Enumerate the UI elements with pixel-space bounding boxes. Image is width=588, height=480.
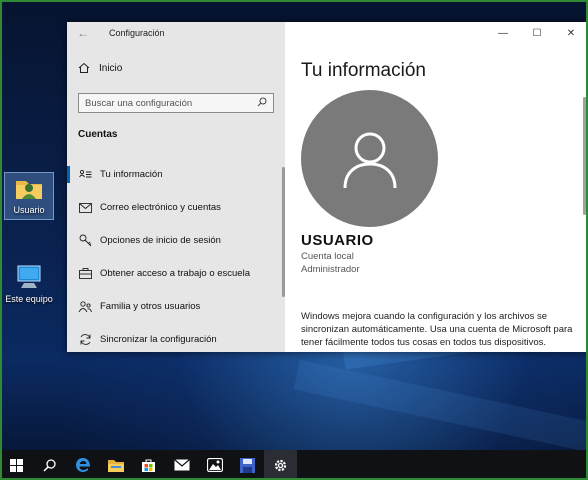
photos-icon bbox=[206, 458, 223, 472]
start-icon bbox=[10, 458, 23, 472]
desktop-icon-label: Usuario bbox=[13, 205, 45, 215]
edge-icon bbox=[75, 458, 90, 472]
sidebar-item-label: Obtener acceso a trabajo o escuela bbox=[100, 268, 250, 279]
search-input[interactable]: Buscar una configuración bbox=[78, 93, 274, 113]
sidebar-item-inicio-sesion[interactable]: Opciones de inicio de sesión bbox=[67, 224, 285, 257]
key-icon bbox=[78, 234, 92, 248]
sidebar-item-tu-informacion[interactable]: Tu información bbox=[67, 158, 285, 191]
content-scrollbar[interactable] bbox=[583, 97, 586, 215]
section-title: Cuentas bbox=[78, 129, 118, 140]
back-button[interactable]: ← bbox=[67, 22, 99, 44]
window-controls: — ☐ ✕ bbox=[486, 22, 588, 44]
sidebar-item-familia[interactable]: Familia y otros usuarios bbox=[67, 290, 285, 323]
nav-home-label: Inicio bbox=[99, 62, 123, 74]
page-title: Tu información bbox=[301, 60, 426, 81]
people-icon bbox=[78, 300, 92, 314]
taskbar-save[interactable] bbox=[231, 450, 264, 480]
desktop-icon-usuario[interactable]: Usuario bbox=[4, 172, 54, 220]
avatar bbox=[301, 90, 438, 227]
taskbar-search-button[interactable] bbox=[33, 450, 66, 480]
main-content: — ☐ ✕ Tu información USUARIO Cuenta loca… bbox=[285, 22, 588, 352]
taskbar bbox=[0, 450, 588, 480]
desktop-icon-label: Este equipo bbox=[5, 294, 53, 304]
sidebar-item-label: Opciones de inicio de sesión bbox=[100, 235, 221, 246]
user-folder-icon bbox=[16, 181, 42, 199]
minimize-icon: — bbox=[498, 27, 508, 39]
title-bar: ← Configuración bbox=[67, 22, 285, 44]
account-role: Administrador bbox=[301, 264, 360, 275]
sidebar-item-sincronizar[interactable]: Sincronizar la configuración bbox=[67, 323, 285, 352]
settings-sidebar: ← Configuración Inicio Buscar una config… bbox=[67, 22, 285, 352]
store-icon bbox=[142, 459, 155, 472]
search-placeholder: Buscar una configuración bbox=[85, 97, 193, 109]
accounts-nav-list: Tu información Correo electrónico y cuen… bbox=[67, 158, 285, 352]
settings-window: ← Configuración Inicio Buscar una config… bbox=[67, 22, 588, 352]
start-button[interactable] bbox=[0, 450, 33, 480]
back-arrow-icon: ← bbox=[77, 26, 89, 40]
mail-icon bbox=[173, 459, 190, 471]
maximize-button[interactable]: ☐ bbox=[520, 22, 554, 44]
sidebar-item-trabajo-escuela[interactable]: Obtener acceso a trabajo o escuela bbox=[67, 257, 285, 290]
search-icon bbox=[43, 458, 56, 472]
taskbar-store[interactable] bbox=[132, 450, 165, 480]
sidebar-item-label: Sincronizar la configuración bbox=[100, 334, 217, 345]
file-explorer-icon bbox=[107, 460, 124, 472]
sync-message: Windows mejora cuando la configuración y… bbox=[301, 311, 573, 348]
app-title: Configuración bbox=[109, 28, 165, 38]
settings-icon bbox=[274, 459, 287, 471]
close-icon: ✕ bbox=[566, 27, 576, 39]
minimize-button[interactable]: — bbox=[486, 22, 520, 44]
person-icon bbox=[343, 132, 396, 188]
taskbar-file-explorer[interactable] bbox=[99, 450, 132, 480]
sync-icon bbox=[78, 333, 92, 347]
computer-icon bbox=[17, 265, 41, 288]
taskbar-settings[interactable] bbox=[264, 450, 297, 480]
close-button[interactable]: ✕ bbox=[554, 22, 588, 44]
save-icon bbox=[240, 457, 255, 473]
taskbar-edge[interactable] bbox=[66, 450, 99, 480]
account-type: Cuenta local bbox=[301, 251, 354, 262]
user-card-icon bbox=[78, 168, 92, 182]
mail-icon bbox=[78, 201, 92, 215]
sidebar-item-label: Familia y otros usuarios bbox=[100, 301, 201, 312]
home-icon bbox=[77, 62, 91, 74]
sidebar-item-correo[interactable]: Correo electrónico y cuentas bbox=[67, 191, 285, 224]
briefcase-icon bbox=[78, 267, 92, 281]
taskbar-mail[interactable] bbox=[165, 450, 198, 480]
nav-home[interactable]: Inicio bbox=[77, 62, 122, 74]
search-icon bbox=[257, 97, 267, 110]
taskbar-photos[interactable] bbox=[198, 450, 231, 480]
sidebar-item-label: Correo electrónico y cuentas bbox=[100, 202, 221, 213]
desktop-icon-este-equipo[interactable]: Este equipo bbox=[4, 262, 54, 308]
user-name: USUARIO bbox=[301, 232, 374, 249]
maximize-icon: ☐ bbox=[532, 27, 542, 39]
sidebar-item-label: Tu información bbox=[100, 169, 163, 180]
